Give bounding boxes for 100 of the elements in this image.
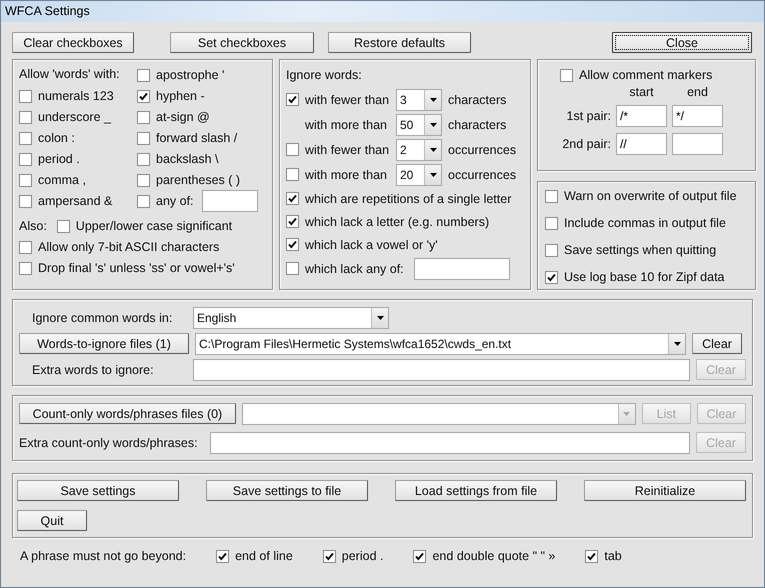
dropdown[interactable]: English <box>193 306 389 328</box>
checkbox-label: Allow comment markers <box>579 68 712 82</box>
caret-icon <box>674 342 680 346</box>
caret-icon <box>430 172 436 176</box>
dropdown[interactable]: 3 <box>396 88 442 110</box>
checkbox-label: hyphen - <box>156 89 205 103</box>
button[interactable]: Save settings to file <box>206 480 368 501</box>
checkbox[interactable] <box>19 110 32 124</box>
unit-label: characters <box>448 92 506 106</box>
checkbox[interactable] <box>19 240 32 254</box>
checkbox-label: which lack a letter (e.g. numbers) <box>305 214 490 228</box>
checkbox-label: Drop final 's' unless 'ss' or vowel+'s' <box>38 261 235 275</box>
checkbox-label: Save settings when quitting <box>564 243 716 257</box>
checkbox[interactable] <box>137 174 150 186</box>
window-title: WFCA Settings <box>1 1 764 22</box>
checkbox[interactable] <box>19 262 32 274</box>
checkbox-label: backslash \ <box>156 152 219 166</box>
field-label: 1st pair: <box>566 109 611 123</box>
checkbox-label: which are repetitions of a single letter <box>305 192 512 206</box>
checkbox[interactable] <box>545 190 558 202</box>
checkbox-label: tab <box>604 549 622 563</box>
button[interactable]: Set checkboxes <box>170 32 314 53</box>
checkbox[interactable] <box>19 90 32 102</box>
text-field[interactable]: */ <box>672 105 723 127</box>
checkbox[interactable] <box>137 132 150 144</box>
checkbox-label: Include commas in output file <box>564 216 726 230</box>
text-field[interactable] <box>414 258 510 280</box>
section-label: A phrase must not go beyond: <box>20 549 186 563</box>
checkbox-label: apostrophe ' <box>156 68 224 82</box>
field-label: Extra count-only words/phrases: <box>19 436 199 450</box>
text-field[interactable] <box>193 358 690 380</box>
checkbox-label: forward slash / <box>156 131 238 145</box>
checkbox[interactable] <box>560 68 573 82</box>
checkbox[interactable] <box>545 270 558 284</box>
checkbox[interactable] <box>286 215 299 228</box>
button[interactable]: Clear <box>692 333 742 354</box>
button[interactable]: Save settings <box>17 480 179 501</box>
checkbox[interactable] <box>286 168 299 181</box>
button[interactable]: Words-to-ignore files (1) <box>19 333 189 354</box>
checkbox[interactable] <box>137 152 150 166</box>
checkbox[interactable] <box>286 93 299 106</box>
dropdown[interactable]: 2 <box>396 138 442 160</box>
caret-icon <box>376 316 384 320</box>
dropdown[interactable]: C:\Program Files\Hermetic Systems\wfca1652\cwds_en.txt <box>195 332 686 354</box>
checkbox[interactable] <box>585 550 598 562</box>
field-label: 2nd pair: <box>561 137 611 151</box>
text-field[interactable] <box>202 190 258 212</box>
button[interactable]: Quit <box>17 510 87 531</box>
checkbox-label: Allow only 7-bit ASCII characters <box>38 240 220 254</box>
checkbox-label: any of: <box>156 194 194 208</box>
caret-icon <box>623 412 630 416</box>
unit-label: occurrences <box>448 142 516 156</box>
checkbox[interactable] <box>137 90 150 102</box>
dropdown[interactable]: 20 <box>396 164 442 186</box>
caret-icon <box>430 98 436 102</box>
checkbox[interactable] <box>286 143 299 156</box>
checkbox[interactable] <box>19 174 32 186</box>
checkbox-label: period . <box>342 549 384 563</box>
button[interactable]: Load settings from file <box>395 480 557 501</box>
checkbox-label: end of line <box>235 549 293 563</box>
checkbox-label: ampersand & <box>38 194 112 208</box>
caret-icon <box>430 148 436 152</box>
checkbox-label: parentheses ( ) <box>156 173 240 187</box>
checkbox-label: at-sign @ <box>156 110 210 124</box>
checkbox[interactable] <box>56 220 70 232</box>
checkbox[interactable] <box>137 194 150 208</box>
checkbox[interactable] <box>137 110 150 124</box>
section-label: Also: <box>19 219 47 233</box>
checkbox-label: underscore _ <box>38 110 111 124</box>
checkbox[interactable] <box>286 192 299 205</box>
button[interactable]: Count-only words/phrases files (0) <box>19 403 236 424</box>
checkbox[interactable] <box>216 550 230 562</box>
checkbox-label: with more than <box>305 118 388 132</box>
checkbox-label: Use log base 10 for Zipf data <box>564 270 725 284</box>
checkbox[interactable] <box>545 216 558 230</box>
button[interactable]: Restore defaults <box>328 32 471 53</box>
button[interactable]: Clear checkboxes <box>12 32 134 53</box>
checkbox[interactable] <box>286 238 299 251</box>
text-field[interactable] <box>210 432 690 454</box>
button[interactable]: Reinitialize <box>584 480 746 501</box>
unit-label: occurrences <box>448 168 516 182</box>
checkbox-label: which lack a vowel or 'y' <box>305 238 438 252</box>
section-label: Allow 'words' with: <box>19 67 121 83</box>
checkbox[interactable] <box>413 550 426 562</box>
checkbox[interactable] <box>545 244 558 256</box>
text-field[interactable]: // <box>616 133 667 155</box>
checkbox[interactable] <box>322 550 336 562</box>
checkbox-label: numerals 123 <box>38 89 114 103</box>
checkbox[interactable] <box>19 194 32 208</box>
checkbox[interactable] <box>19 132 32 144</box>
unit-label: characters <box>448 118 506 132</box>
text-field[interactable] <box>672 133 723 155</box>
checkbox[interactable] <box>137 68 150 82</box>
checkbox-label: Warn on overwrite of output file <box>564 189 737 203</box>
dropdown[interactable]: 50 <box>396 114 442 136</box>
checkbox[interactable] <box>286 262 299 275</box>
section-label: Ignore words: <box>286 68 363 82</box>
button[interactable]: Close <box>612 32 752 53</box>
text-field[interactable]: /* <box>616 105 667 127</box>
checkbox[interactable] <box>19 152 32 166</box>
